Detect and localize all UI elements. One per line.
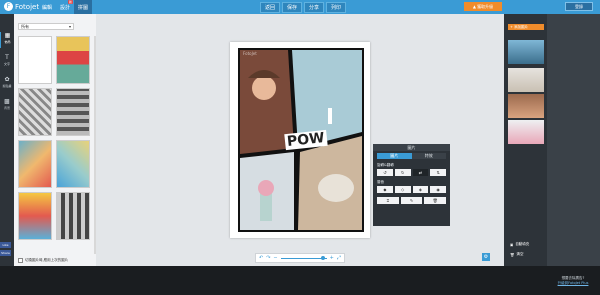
- edit-icon[interactable]: ✎: [400, 197, 423, 204]
- add-image-button[interactable]: + 添加圖片: [508, 24, 544, 30]
- nav-text[interactable]: T 文字: [0, 54, 14, 70]
- fit-screen-icon[interactable]: ⤢: [337, 255, 341, 261]
- image-panel: + 添加圖片 ▣ 自動填充 🗑 清空: [504, 14, 547, 266]
- crop-icon[interactable]: ⌗: [377, 197, 399, 204]
- tab-edit[interactable]: 編輯: [38, 0, 56, 14]
- ad-panel: [547, 14, 600, 266]
- background-icon: ▩: [4, 98, 10, 105]
- apply-last-image-option[interactable]: 切換圖片時,應用上次的圖片: [18, 258, 68, 263]
- action-row: ⌗ ✎ 🗑: [377, 197, 447, 204]
- nav-layout[interactable]: ▦ 佈局: [0, 32, 14, 48]
- template-list: [18, 36, 90, 254]
- template-thumb[interactable]: [56, 192, 90, 240]
- template-thumb[interactable]: [18, 192, 52, 240]
- props-tabs: 圖片 特效: [377, 153, 446, 159]
- uploaded-image-thumb[interactable]: [508, 120, 544, 144]
- layer-label: 層疊: [377, 180, 384, 184]
- template-thumb[interactable]: [56, 36, 90, 84]
- nav-clipart[interactable]: ✿ 剪貼畫: [0, 76, 14, 92]
- rotate-left-icon[interactable]: ↺: [377, 169, 393, 176]
- app-name: Fotojet: [15, 2, 40, 11]
- zoom-out-icon[interactable]: −: [273, 255, 277, 261]
- rotate-flip-label: 旋轉&翻轉: [377, 163, 394, 167]
- lighthouse-shape: [328, 108, 332, 124]
- template-thumb[interactable]: [18, 88, 52, 136]
- flower-shape: [258, 180, 274, 196]
- text-icon: T: [5, 54, 9, 61]
- template-thumb[interactable]: [56, 88, 90, 136]
- autofill-button[interactable]: ▣ 自動填充: [510, 242, 529, 247]
- tab-collage[interactable]: 拼圖: [74, 0, 93, 14]
- left-nav: ▦ 佈局 T 文字 ✿ 剪貼畫 ▩ 背景 Like Share: [0, 14, 14, 266]
- template-thumb[interactable]: [18, 140, 52, 188]
- clear-button[interactable]: 🗑 清空: [510, 252, 523, 257]
- fotojet-logo-icon: F: [4, 2, 13, 11]
- mode-tabs: 編輯 設計新 拼圖: [38, 0, 93, 14]
- login-button[interactable]: 登錄: [565, 2, 593, 11]
- delete-icon[interactable]: 🗑: [424, 197, 447, 204]
- upgrade-button[interactable]: ▲ 獲取升級: [464, 2, 502, 11]
- bring-to-front-icon[interactable]: ◆: [377, 186, 393, 193]
- rotate-flip-row: ↺ ↻ ⇄ ⇅: [377, 169, 446, 176]
- upgrade-plus-link[interactable]: 升級到FotoJet Plus: [550, 281, 596, 286]
- print-button[interactable]: 列印: [326, 2, 347, 13]
- nav-background[interactable]: ▩ 背景: [0, 98, 14, 114]
- vase-shape: [260, 193, 272, 221]
- facebook-share-button[interactable]: Share: [0, 250, 11, 256]
- send-backward-icon[interactable]: ◈: [412, 186, 429, 193]
- save-button[interactable]: 保存: [282, 2, 303, 13]
- remove-ads-promo: 想要去除廣告? 升級到FotoJet Plus: [550, 276, 596, 286]
- autofill-icon: ▣: [510, 242, 514, 247]
- uploaded-image-thumb[interactable]: [508, 94, 544, 118]
- uploaded-image-thumb[interactable]: [508, 40, 544, 64]
- file-toolbar: 返回 保存 分享 列印: [260, 2, 347, 13]
- cat-shape: [318, 174, 354, 202]
- watermark-text: FotoJet: [243, 51, 257, 56]
- tab-image[interactable]: 圖片: [377, 153, 412, 159]
- zoom-bar: ↶ ↷ − + ⤢: [255, 253, 345, 263]
- checkbox[interactable]: [18, 258, 23, 263]
- trash-icon: 🗑: [510, 252, 515, 257]
- share-button[interactable]: 分享: [304, 2, 325, 13]
- flip-horizontal-icon[interactable]: ⇄: [412, 169, 429, 176]
- facebook-like-button[interactable]: Like: [0, 242, 11, 248]
- back-button[interactable]: 返回: [260, 2, 281, 13]
- zoom-in-icon[interactable]: +: [330, 255, 334, 261]
- bring-forward-icon[interactable]: ◇: [394, 186, 411, 193]
- tab-design[interactable]: 設計新: [56, 0, 74, 14]
- template-panel: 所有 ▾ 切換圖片時,應用上次的圖片: [14, 14, 96, 266]
- uploaded-image-thumb[interactable]: [508, 68, 544, 92]
- template-thumb[interactable]: [56, 140, 90, 188]
- chevron-down-icon: ▾: [68, 24, 71, 29]
- gear-icon[interactable]: ⚙: [482, 253, 490, 261]
- app-logo[interactable]: F Fotojet: [4, 2, 39, 11]
- template-thumb[interactable]: [18, 36, 52, 84]
- portrait-face: [252, 76, 276, 100]
- props-title: 圖片: [373, 144, 450, 151]
- tab-effects[interactable]: 特效: [411, 153, 446, 159]
- zoom-slider[interactable]: [280, 255, 327, 260]
- image-properties-panel: 圖片 圖片 特效 旋轉&翻轉 ↺ ↻ ⇄ ⇅ 層疊 ◆ ◇ ◈ ◉ ⌗ ✎ 🗑: [373, 144, 450, 226]
- flip-vertical-icon[interactable]: ⇅: [430, 169, 446, 176]
- new-badge: 新: [68, 0, 74, 4]
- top-bar: F Fotojet 編輯 設計新 拼圖 返回 保存 分享 列印 ▲ 獲取升級 登…: [0, 0, 600, 14]
- redo-icon[interactable]: ↷: [266, 255, 270, 261]
- layer-row: ◆ ◇ ◈ ◉: [377, 186, 446, 193]
- grid-icon: ▦: [4, 32, 11, 39]
- send-to-back-icon[interactable]: ◉: [430, 186, 446, 193]
- clipart-icon: ✿: [4, 76, 10, 83]
- zoom-knob[interactable]: [320, 255, 325, 260]
- undo-icon[interactable]: ↶: [259, 255, 263, 261]
- category-select[interactable]: 所有 ▾: [18, 23, 74, 30]
- rotate-right-icon[interactable]: ↻: [394, 169, 411, 176]
- bottom-bar: [0, 266, 600, 295]
